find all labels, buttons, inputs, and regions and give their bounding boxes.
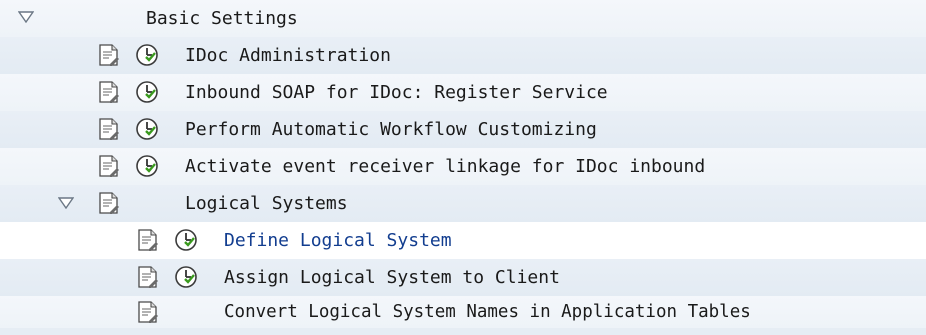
tree-item-workflow-customizing[interactable]: Perform Automatic Workflow Customizing	[0, 111, 926, 148]
document-icon[interactable]	[97, 117, 121, 141]
tree-item-define-logical-system[interactable]: Define Logical System	[0, 222, 926, 259]
tree-item-label: IDoc Administration	[185, 45, 391, 66]
tree-item-label: Inbound SOAP for IDoc: Register Service	[185, 82, 608, 103]
tree-node-basic-settings[interactable]: Basic Settings	[0, 0, 926, 37]
tree-item-event-receiver-linkage[interactable]: Activate event receiver linkage for IDoc…	[0, 148, 926, 185]
tree-item-label: Perform Automatic Workflow Customizing	[185, 119, 597, 140]
execute-clock-icon[interactable]	[135, 117, 159, 141]
tree-node-logical-systems[interactable]: Logical Systems	[0, 185, 926, 222]
tree-item-convert-logical-system-names[interactable]: Convert Logical System Names in Applicat…	[0, 296, 926, 328]
document-icon[interactable]	[136, 265, 160, 289]
expanded-triangle-icon[interactable]	[18, 11, 34, 23]
tree-item-label: Convert Logical System Names in Applicat…	[224, 302, 751, 322]
expanded-triangle-icon[interactable]	[58, 197, 74, 209]
execute-clock-icon[interactable]	[135, 80, 159, 104]
document-icon[interactable]	[136, 228, 160, 252]
tree-bottom-edge	[0, 328, 926, 335]
execute-clock-icon[interactable]	[174, 228, 198, 252]
document-icon[interactable]	[97, 191, 121, 215]
tree-item-idoc-administration[interactable]: IDoc Administration	[0, 37, 926, 74]
document-icon[interactable]	[97, 80, 121, 104]
document-icon[interactable]	[97, 154, 121, 178]
tree-item-inbound-soap[interactable]: Inbound SOAP for IDoc: Register Service	[0, 74, 926, 111]
document-icon[interactable]	[97, 43, 121, 67]
tree-node-label: Logical Systems	[185, 193, 348, 214]
execute-clock-icon[interactable]	[135, 154, 159, 178]
tree-node-label: Basic Settings	[146, 8, 298, 29]
tree-item-label: Activate event receiver linkage for IDoc…	[185, 156, 706, 177]
tree-item-assign-logical-system[interactable]: Assign Logical System to Client	[0, 259, 926, 296]
execute-clock-icon[interactable]	[135, 43, 159, 67]
tree-item-label: Define Logical System	[224, 230, 452, 251]
tree-item-label: Assign Logical System to Client	[224, 267, 560, 288]
execute-clock-icon[interactable]	[174, 265, 198, 289]
document-icon[interactable]	[136, 300, 160, 324]
